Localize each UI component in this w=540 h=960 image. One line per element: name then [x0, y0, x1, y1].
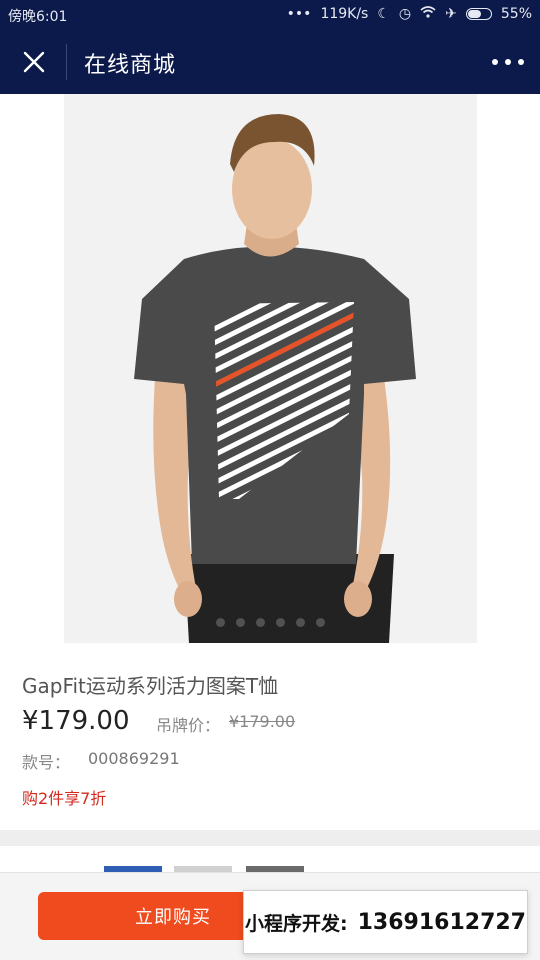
- wifi-icon: [420, 6, 436, 22]
- status-indicators: ••• 119K/s ☾ ◷ ✈ 55%: [287, 6, 532, 22]
- page-title: 在线商城: [84, 53, 177, 78]
- nav-divider: [66, 44, 67, 80]
- more-dot-icon: [518, 59, 524, 65]
- battery-level: 55%: [500, 6, 532, 22]
- battery-icon: [465, 8, 492, 20]
- watermark-label: 小程序开发:: [245, 912, 348, 935]
- sku-label: 款号：: [22, 753, 71, 772]
- product-photo: [64, 94, 477, 643]
- product-title: GapFit运动系列活力图案T恤: [22, 674, 279, 698]
- moon-icon: ☾: [377, 6, 390, 22]
- status-time: 傍晚6:01: [8, 9, 68, 25]
- more-dot-icon: [492, 59, 498, 65]
- carousel-dot[interactable]: [276, 618, 285, 627]
- carousel-dot[interactable]: [196, 618, 205, 627]
- alarm-icon: ◷: [398, 6, 412, 22]
- product-price: ¥179.00: [22, 706, 130, 736]
- nav-bar: 在线商城: [0, 30, 540, 94]
- sku-value: 000869291: [88, 749, 180, 768]
- more-menu-button[interactable]: [492, 52, 524, 72]
- airplane-icon: ✈: [445, 6, 457, 22]
- watermark-phone: 13691612727: [357, 909, 526, 935]
- close-button[interactable]: [14, 42, 54, 82]
- network-speed: 119K/s: [320, 6, 369, 22]
- original-price: ¥179.00: [229, 712, 296, 731]
- carousel-indicator[interactable]: [196, 618, 325, 627]
- status-bar: 傍晚6:01 ••• 119K/s ☾ ◷ ✈ 55%: [0, 0, 540, 30]
- carousel-dot[interactable]: [316, 618, 325, 627]
- more-dot-icon: [505, 59, 511, 65]
- section-divider: [0, 830, 540, 846]
- carousel-dot[interactable]: [296, 618, 305, 627]
- product-image[interactable]: [64, 94, 477, 643]
- carousel-dot[interactable]: [216, 618, 225, 627]
- carousel-dot[interactable]: [236, 618, 245, 627]
- close-icon: [23, 51, 45, 73]
- original-price-label: 吊牌价：: [156, 716, 221, 735]
- carousel-dot[interactable]: [256, 618, 265, 627]
- status-dots: •••: [286, 6, 312, 22]
- promotion-text: 购2件享7折: [22, 789, 107, 808]
- watermark-badge: 小程序开发: 13691612727: [243, 890, 528, 954]
